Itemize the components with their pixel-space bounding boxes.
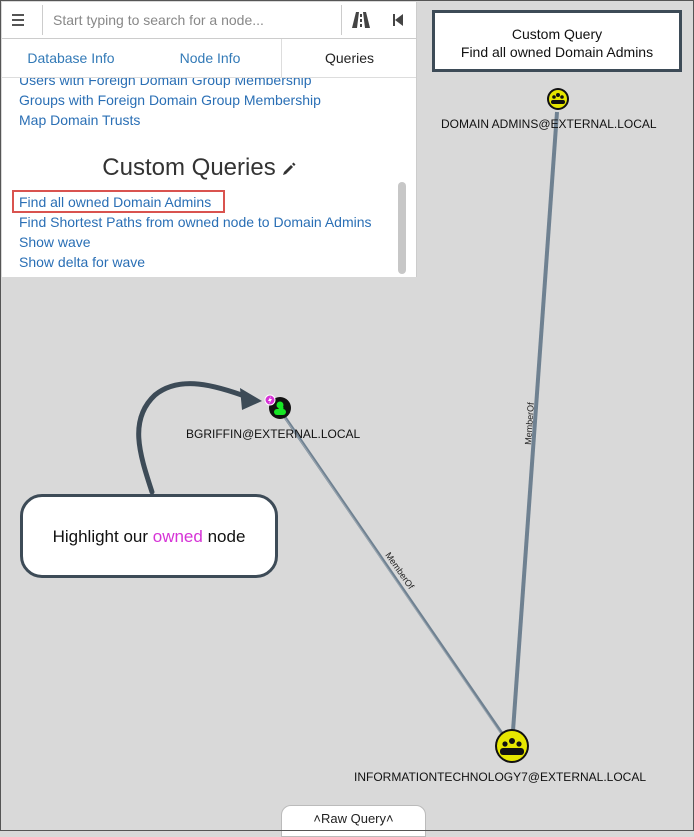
queries-list: Users with Foreign Domain Group Membersh… — [2, 78, 396, 277]
selected-query-highlight — [12, 190, 225, 213]
search-bar — [2, 2, 416, 39]
tab-database-info[interactable]: Database Info — [2, 39, 140, 77]
query-link[interactable]: Show wave — [19, 234, 91, 250]
pathfinding-button[interactable] — [350, 10, 372, 30]
tab-queries[interactable]: Queries — [281, 39, 416, 77]
callout-arrow-head — [240, 388, 262, 410]
callout-text-after: node — [202, 527, 246, 546]
step-backward-icon — [393, 14, 403, 26]
side-panel: Database Info Node Info Queries Users wi… — [2, 2, 417, 277]
query-link[interactable]: Find Shortest Paths from owned node to D… — [19, 214, 372, 230]
current-query-label: Custom Query Find all owned Domain Admin… — [432, 10, 682, 72]
back-button[interactable] — [390, 10, 406, 30]
chevron-up-icon: ˄ — [386, 811, 394, 826]
scrollbar-thumb[interactable] — [398, 182, 406, 274]
road-icon — [352, 12, 370, 28]
menu-button[interactable] — [8, 10, 30, 30]
edge-it7-to-domain-admins[interactable] — [510, 111, 559, 746]
node-label-domain-admins: DOMAIN ADMINS@EXTERNAL.LOCAL — [441, 117, 657, 131]
node-domain-admins[interactable] — [547, 88, 569, 110]
raw-query-toggle[interactable]: ˄Raw Query˄ — [281, 805, 426, 837]
callout-text-before: Highlight our — [52, 527, 153, 546]
tab-node-info[interactable]: Node Info — [140, 39, 280, 77]
node-search-input[interactable] — [42, 5, 342, 35]
edge-bgriffin-thin — [281, 413, 506, 741]
edit-pencil-icon[interactable] — [282, 155, 296, 183]
query-link[interactable]: Show delta for wave — [19, 254, 145, 270]
custom-queries-title-text: Custom Queries — [102, 154, 276, 181]
query-link[interactable]: Users with Foreign Domain Group Membersh… — [19, 78, 312, 88]
node-it7[interactable] — [495, 729, 529, 763]
panel-tabs: Database Info Node Info Queries — [2, 39, 416, 78]
query-label-line2: Find all owned Domain Admins — [460, 44, 654, 60]
queries-scrollbar[interactable] — [396, 78, 410, 277]
node-bgriffin[interactable] — [264, 394, 291, 419]
node-label-bgriffin: BGRIFFIN@EXTERNAL.LOCAL — [186, 427, 361, 441]
query-link[interactable]: Groups with Foreign Domain Group Members… — [19, 92, 321, 108]
callout-text: Highlight our owned node — [23, 527, 275, 547]
raw-query-label: Raw Query — [320, 811, 387, 826]
query-link[interactable]: Map Domain Trusts — [19, 112, 140, 128]
chevron-up-icon: ˄ — [313, 811, 321, 826]
custom-queries-title: Custom Queries — [2, 154, 396, 183]
query-label-line1: Custom Query — [511, 26, 603, 42]
callout-text-owned: owned — [152, 527, 203, 546]
owned-badge-icon — [264, 394, 276, 406]
callout-box: Highlight our owned node — [20, 494, 278, 578]
node-label-it7: INFORMATIONTECHNOLOGY7@EXTERNAL.LOCAL — [354, 770, 647, 784]
edge-bgriffin-to-it7[interactable] — [278, 409, 512, 746]
